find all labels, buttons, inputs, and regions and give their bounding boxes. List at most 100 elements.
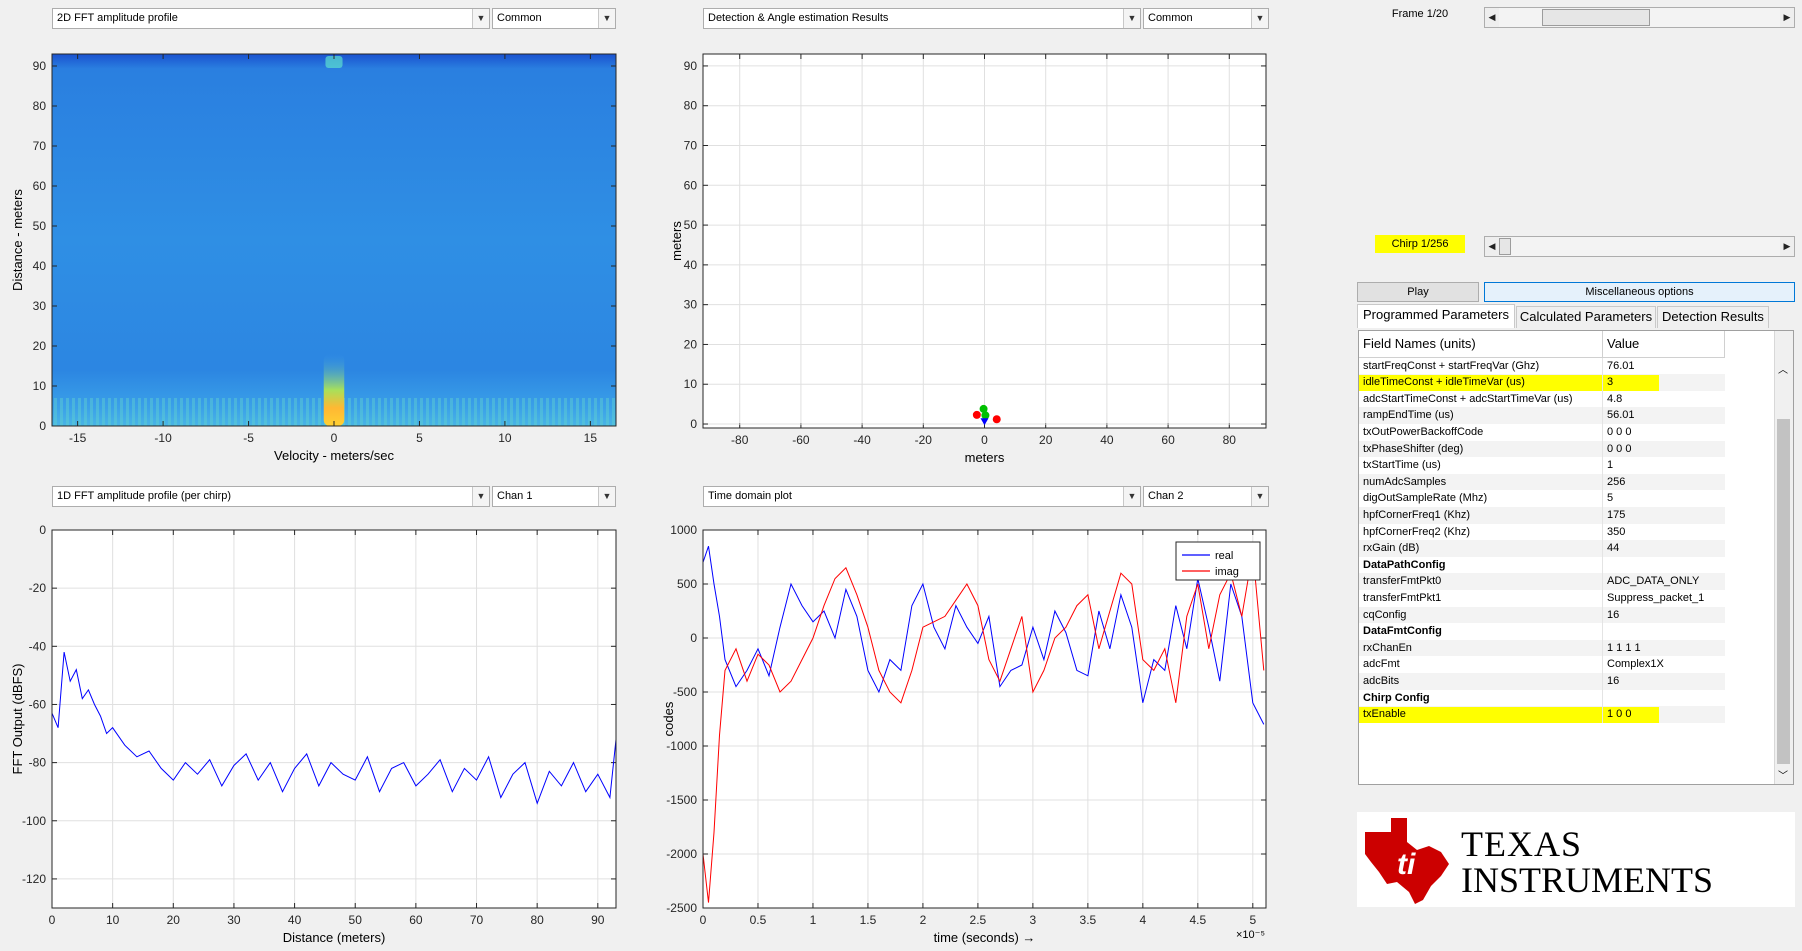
parameter-table[interactable]: freqSlopeConst + freqSlopeVar (MHz/us)8.…: [1358, 330, 1794, 785]
field-name-cell: DataFmtConfig: [1359, 623, 1603, 640]
column-header-value[interactable]: Value: [1603, 331, 1725, 357]
plot-type-select-top-left[interactable]: 2D FFT amplitude profile ▼: [52, 8, 490, 29]
table-section-row[interactable]: Chirp Config: [1359, 689, 1725, 707]
y-tick-label: 40: [684, 258, 698, 272]
table-row[interactable]: adcFmt Complex1X: [1359, 656, 1725, 673]
y-tick-label: -80: [29, 756, 47, 770]
scrollbar-thumb[interactable]: [1777, 419, 1790, 764]
mode-select-top-left[interactable]: Common ▼: [492, 8, 616, 29]
y-tick-label: 10: [684, 377, 698, 391]
field-name-cell: rxChanEn: [1359, 639, 1603, 657]
x-tick-label: 10: [498, 431, 512, 445]
value-cell: Complex1X: [1607, 658, 1664, 671]
field-name-cell: rxGain (dB): [1359, 540, 1603, 557]
table-row[interactable]: adcBits 16: [1359, 673, 1725, 690]
table-row[interactable]: numAdcSamples 256: [1359, 473, 1725, 491]
plot-type-select-top-right[interactable]: Detection & Angle estimation Results ▼: [703, 8, 1141, 29]
table-row[interactable]: hpfCornerFreq2 (Khz) 350: [1359, 523, 1725, 541]
ti-monogram: ti: [1397, 848, 1416, 881]
tab-calculated-parameters[interactable]: Calculated Parameters: [1516, 306, 1656, 328]
table-row[interactable]: txPhaseShifter (deg) 0 0 0: [1359, 440, 1725, 458]
y-tick-label: 90: [684, 59, 698, 73]
chevron-down-icon: ▼: [1123, 9, 1140, 28]
table-section-row[interactable]: DataFmtConfig: [1359, 623, 1725, 640]
y-tick-label: 50: [684, 218, 698, 232]
table-row[interactable]: cqConfig 16: [1359, 606, 1725, 624]
value-cell: [1603, 623, 1725, 640]
y-tick-label: 0: [690, 631, 697, 645]
field-name-cell: startFreqConst + startFreqVar (Ghz): [1359, 357, 1603, 375]
y-tick-label: -500: [673, 685, 697, 699]
channel-select-bottom-left[interactable]: Chan 1 ▼: [492, 486, 616, 507]
value-cell: 5: [1607, 492, 1614, 505]
field-name-cell: numAdcSamples: [1359, 473, 1603, 491]
plot-type-select-bottom-left[interactable]: 1D FFT amplitude profile (per chirp) ▼: [52, 486, 490, 507]
y-tick-label: -2000: [666, 847, 697, 861]
table-row[interactable]: rxChanEn 1 1 1 1: [1359, 639, 1725, 657]
value-cell: 1 1 1 1: [1607, 641, 1641, 654]
plot-type-value: 2D FFT amplitude profile: [57, 12, 178, 24]
legend-imag-label: imag: [1215, 566, 1239, 578]
chevron-down-icon[interactable]: ﹀: [1778, 767, 1788, 782]
y-axis-label: FFT Output (dBFS): [10, 663, 25, 774]
table-row[interactable]: transferFmtPkt0 ADC_DATA_ONLY: [1359, 573, 1725, 590]
table-row[interactable]: hpfCornerFreq1 (Khz) 175: [1359, 507, 1725, 524]
table-row[interactable]: rxGain (dB) 44: [1359, 540, 1725, 557]
table-row[interactable]: adcStartTimeConst + adcStartTimeVar (us)…: [1359, 390, 1725, 408]
value-cell: 56.01: [1607, 409, 1635, 422]
x-axis-label: Distance (meters): [283, 930, 386, 945]
x-tick-label: -40: [853, 433, 871, 447]
chevron-right-icon[interactable]: ▶: [1780, 8, 1794, 27]
channel-select-bottom-right[interactable]: Chan 2 ▼: [1143, 486, 1269, 507]
table-row[interactable]: idleTimeConst + idleTimeVar (us) 3: [1359, 374, 1725, 391]
table-row[interactable]: txStartTime (us) 1: [1359, 457, 1725, 474]
tab-detection-results[interactable]: Detection Results: [1657, 306, 1769, 328]
x-tick-label: 20: [167, 913, 181, 927]
frame-slider[interactable]: ◀ ▶: [1484, 7, 1795, 28]
tab-strip: Programmed Parameters Calculated Paramet…: [1357, 304, 1797, 330]
x-tick-label: 50: [349, 913, 363, 927]
table-row[interactable]: txOutPowerBackoffCode 0 0 0: [1359, 424, 1725, 441]
chevron-left-icon[interactable]: ◀: [1485, 8, 1499, 27]
table-row[interactable]: digOutSampleRate (Mhz) 5: [1359, 490, 1725, 507]
chevron-up-icon[interactable]: ︿: [1778, 361, 1788, 376]
legend-real-label: real: [1215, 550, 1233, 562]
x-tick-label: 40: [288, 913, 302, 927]
value-cell: 44: [1607, 542, 1620, 555]
detection-point: [992, 415, 1001, 424]
table-scrollbar[interactable]: ︿ ﹀: [1774, 331, 1793, 784]
ti-logo: ti TEXAS INSTRUMENTS: [1357, 812, 1795, 907]
table-row[interactable]: rampEndTime (us) 56.01: [1359, 407, 1725, 424]
chevron-left-icon[interactable]: ◀: [1485, 237, 1499, 256]
mode-select-top-right[interactable]: Common ▼: [1143, 8, 1269, 29]
chevron-right-icon[interactable]: ▶: [1780, 237, 1794, 256]
plot-background: [703, 530, 1266, 908]
column-header-field-names[interactable]: Field Names (units): [1359, 331, 1603, 357]
misc-options-button[interactable]: Miscellaneous options: [1484, 282, 1795, 302]
chirp-slider[interactable]: ◀ ▶: [1484, 236, 1795, 257]
field-name-cell: DataPathConfig: [1359, 556, 1603, 574]
value-cell: 256: [1607, 475, 1626, 488]
field-name-cell: idleTimeConst + idleTimeVar (us): [1359, 374, 1603, 391]
tab-programmed-parameters[interactable]: Programmed Parameters: [1357, 304, 1515, 328]
field-name-cell: transferFmtPkt0: [1359, 573, 1603, 590]
plot-type-value: Time domain plot: [708, 490, 792, 502]
y-tick-label: -60: [29, 697, 47, 711]
table-row[interactable]: transferFmtPkt1 Suppress_packet_1: [1359, 590, 1725, 607]
table-row[interactable]: startFreqConst + startFreqVar (Ghz) 76.01: [1359, 357, 1725, 375]
field-name-cell: hpfCornerFreq2 (Khz): [1359, 523, 1603, 541]
channel-value: Chan 1: [497, 490, 533, 502]
table-row[interactable]: txEnable 1 0 0: [1359, 706, 1725, 723]
x-tick-label: -10: [154, 431, 172, 445]
plot-type-select-bottom-right[interactable]: Time domain plot ▼: [703, 486, 1141, 507]
table-section-row[interactable]: DataPathConfig: [1359, 556, 1725, 574]
y-tick-label: 40: [33, 259, 47, 273]
slider-thumb[interactable]: [1542, 9, 1651, 26]
play-button[interactable]: Play: [1357, 282, 1479, 302]
x-tick-label: 2.5: [970, 913, 987, 927]
slider-thumb[interactable]: [1499, 238, 1511, 255]
y-tick-label: 70: [684, 139, 698, 153]
table-header: Field Names (units) Value: [1359, 331, 1725, 358]
chart-legend: real imag: [1175, 541, 1261, 581]
x-tick-label: 0.5: [750, 913, 767, 927]
